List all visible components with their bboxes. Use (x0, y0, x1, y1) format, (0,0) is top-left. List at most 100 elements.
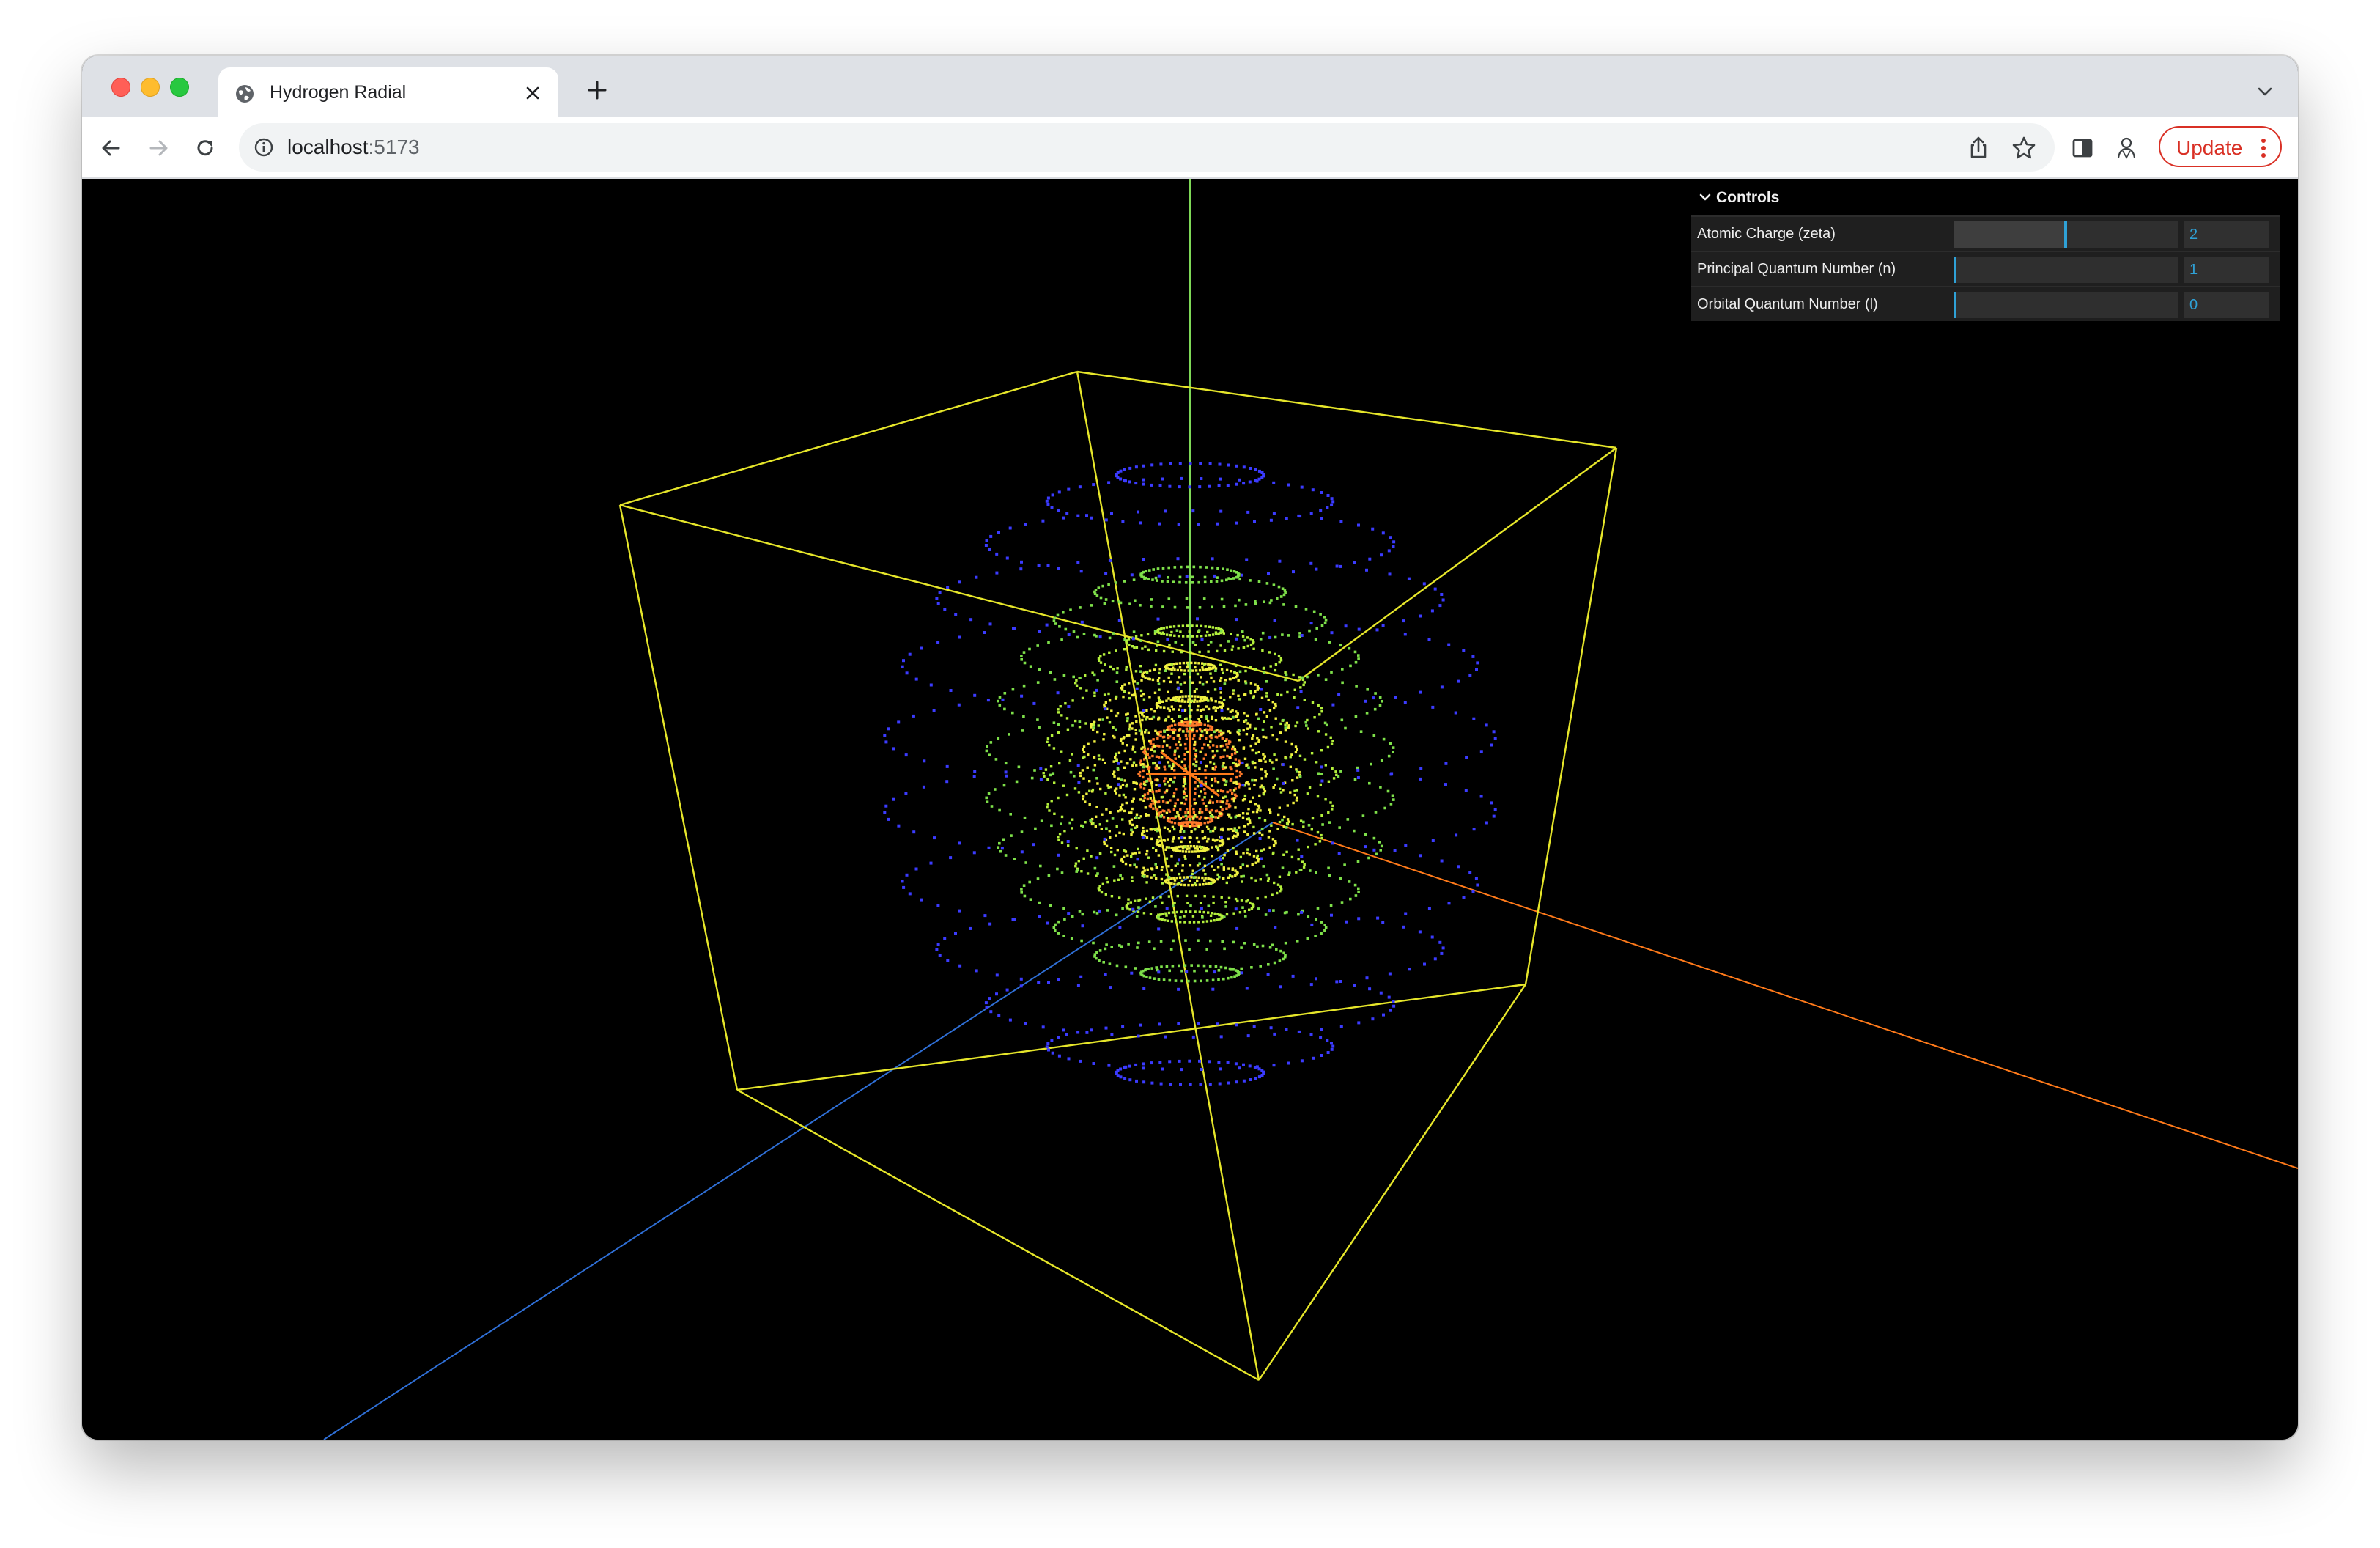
slider-knob[interactable] (1954, 257, 1956, 283)
density-point (1184, 747, 1187, 750)
slider-knob[interactable] (2064, 221, 2067, 248)
density-point (1060, 750, 1063, 753)
density-point (1147, 856, 1150, 859)
density-point (1164, 848, 1167, 851)
profile-avatar-icon[interactable] (2112, 133, 2141, 163)
density-point (1197, 629, 1201, 632)
density-point (1146, 753, 1149, 756)
density-point (1075, 684, 1079, 687)
update-button[interactable]: Update (2159, 126, 2282, 167)
density-point (1166, 744, 1169, 747)
close-icon[interactable] (523, 84, 542, 103)
chevron-down-icon[interactable] (2255, 82, 2274, 101)
density-point (1219, 509, 1223, 513)
density-point (1153, 691, 1157, 694)
density-point (1108, 962, 1112, 965)
density-point (1168, 784, 1171, 787)
share-icon[interactable] (1964, 133, 1993, 163)
minimize-window-button[interactable] (141, 78, 160, 97)
density-point (1119, 809, 1122, 812)
density-point (1252, 810, 1255, 814)
zoom-window-button[interactable] (170, 78, 189, 97)
density-point (1150, 748, 1153, 751)
density-point (1053, 812, 1056, 815)
slider-knob[interactable] (1954, 292, 1956, 318)
density-point (1243, 825, 1246, 828)
density-point (1243, 638, 1246, 642)
density-point (1314, 638, 1318, 641)
density-point (1130, 818, 1134, 821)
density-point (1203, 796, 1206, 799)
density-point (1235, 675, 1238, 679)
orbital-scene[interactable] (82, 179, 2298, 1440)
density-point (1067, 912, 1071, 915)
density-point (1057, 978, 1060, 981)
density-point (1156, 816, 1158, 819)
address-bar[interactable]: localhost:5173 (239, 123, 2055, 172)
density-point (1173, 776, 1176, 779)
density-point (1142, 1080, 1146, 1084)
density-point (897, 824, 901, 828)
density-point (1153, 710, 1156, 713)
density-point (1214, 669, 1217, 672)
density-point (1174, 802, 1177, 805)
density-point (1178, 872, 1181, 876)
principal-quantum-number-slider[interactable] (1954, 257, 2178, 283)
density-point (1252, 832, 1256, 835)
density-point (1127, 691, 1131, 695)
density-point (1324, 618, 1328, 622)
density-point (1123, 766, 1126, 769)
density-point (1148, 739, 1151, 742)
density-point (1126, 744, 1128, 747)
density-point (1139, 798, 1142, 801)
density-point (1214, 780, 1217, 783)
density-point (1219, 858, 1222, 861)
principal-quantum-number-input[interactable]: 1 (2184, 257, 2269, 283)
density-point (1157, 978, 1161, 981)
density-point (1203, 879, 1206, 882)
density-point (1198, 485, 1202, 489)
controls-header[interactable]: Controls (1691, 180, 2280, 215)
density-point (1357, 523, 1360, 527)
orbital-quantum-number-input[interactable]: 0 (2184, 292, 2269, 318)
back-arrow-icon[interactable] (98, 135, 125, 161)
density-point (1253, 1066, 1257, 1069)
info-icon[interactable] (254, 137, 274, 158)
density-point (1241, 784, 1245, 787)
density-point (1427, 638, 1431, 641)
density-point (1162, 816, 1166, 819)
forward-arrow-icon[interactable] (145, 135, 171, 161)
density-point (1212, 762, 1216, 765)
density-point (1433, 957, 1437, 961)
density-point (1165, 699, 1168, 702)
density-point (1276, 828, 1279, 830)
density-point (1214, 710, 1217, 712)
density-point (1221, 704, 1224, 707)
density-point (1179, 808, 1182, 811)
side-panel-icon[interactable] (2068, 133, 2097, 163)
density-point (936, 943, 940, 946)
more-vert-icon[interactable] (2260, 136, 2267, 160)
density-point (1177, 624, 1180, 628)
plus-icon[interactable] (586, 79, 608, 101)
density-point (1163, 780, 1166, 783)
density-point (1257, 740, 1260, 743)
density-point (1326, 506, 1329, 509)
density-point (1339, 980, 1342, 983)
orbital-quantum-number-slider[interactable] (1954, 292, 2178, 318)
density-point (1273, 881, 1276, 885)
atomic-charge-slider[interactable] (1954, 221, 2178, 248)
webgl-viewport[interactable]: Controls Atomic Charge (zeta) 2 Principa… (82, 179, 2298, 1440)
density-point (1116, 849, 1119, 852)
reload-icon[interactable] (192, 135, 218, 161)
atomic-charge-input[interactable]: 2 (2184, 221, 2269, 248)
density-point (1181, 624, 1185, 627)
tab-hydrogen-radial[interactable]: Hydrogen Radial (218, 67, 558, 117)
density-point (1054, 923, 1057, 926)
bookmark-star-icon[interactable] (2009, 133, 2039, 163)
density-point (1300, 634, 1304, 637)
close-window-button[interactable] (111, 78, 130, 97)
density-point (1182, 785, 1185, 788)
density-point (946, 586, 950, 589)
density-point (1079, 1059, 1082, 1063)
